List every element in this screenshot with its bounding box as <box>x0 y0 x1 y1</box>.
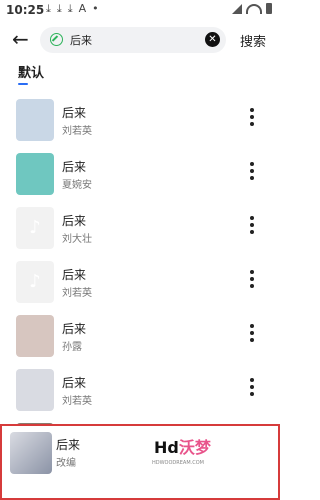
player-album-cover <box>10 432 52 474</box>
song-row[interactable]: 后来 孙露 <box>0 312 280 366</box>
album-cover-placeholder: ♪ <box>16 261 54 303</box>
app-a-icon: A <box>78 2 87 15</box>
more-icon[interactable] <box>250 162 254 183</box>
download-icon: ⤓ <box>56 2 62 15</box>
album-cover <box>16 369 54 411</box>
status-notification-icons: ⤓ ⤓ ⤓ A • <box>46 2 99 16</box>
search-query[interactable]: 后来 <box>70 32 92 48</box>
song-row[interactable]: 后来 刘若英 <box>0 366 280 420</box>
album-cover-placeholder: ♪ <box>16 207 54 249</box>
song-artist: 刘大壮 <box>62 234 92 245</box>
player-title: 后来 <box>56 438 81 452</box>
more-icon[interactable] <box>250 324 254 345</box>
status-time: 10:25 <box>6 3 45 17</box>
pen-icon <box>50 33 63 46</box>
more-icon[interactable] <box>250 270 254 291</box>
back-arrow-icon[interactable]: ← <box>12 28 29 50</box>
logo-part-b: 沃梦 <box>178 438 211 457</box>
song-row[interactable]: 后来 刘若英 <box>0 96 280 150</box>
mini-player[interactable]: 后来 改编 Hd沃梦 HDWOODREAM.COM <box>0 424 280 500</box>
logo-part-a: Hd <box>154 438 179 457</box>
song-title: 后来 <box>62 106 87 120</box>
status-right-icons <box>232 3 272 14</box>
mini-player-overlay: 后来 改编 Hd沃梦 HDWOODREAM.COM <box>0 424 280 500</box>
download-icon: ⤓ <box>67 2 73 15</box>
battery-icon <box>266 3 272 14</box>
song-artist: 夏婉安 <box>62 180 92 191</box>
tab-indicator <box>18 83 28 85</box>
album-cover <box>16 153 54 195</box>
clear-icon[interactable]: ✕ <box>205 32 220 47</box>
song-title: 后来 <box>62 322 87 336</box>
watermark-url: HDWOODREAM.COM <box>152 460 204 466</box>
more-icon[interactable] <box>250 108 254 129</box>
search-input[interactable]: 后来 ✕ <box>40 27 226 53</box>
search-button[interactable]: 搜索 <box>240 31 266 50</box>
album-cover <box>16 99 54 141</box>
song-artist: 刘若英 <box>62 126 92 137</box>
music-note-icon: ♪ <box>29 271 41 292</box>
tab-default[interactable]: 默认 <box>18 62 44 81</box>
wifi-icon <box>246 3 262 14</box>
song-row[interactable]: ♪ 后来 刘大壮 <box>0 204 280 258</box>
song-title: 后来 <box>62 214 87 228</box>
music-note-icon: ♪ <box>29 217 41 238</box>
search-header: ← 后来 ✕ 搜索 <box>0 22 280 58</box>
watermark-logo: Hd沃梦 <box>154 434 224 460</box>
album-cover <box>16 315 54 357</box>
more-icon[interactable] <box>250 216 254 237</box>
player-subtitle: 改编 <box>56 458 76 469</box>
status-bar: 10:25 ⤓ ⤓ ⤓ A • <box>0 0 280 22</box>
song-row[interactable]: ♪ 后来 刘若英 <box>0 258 280 312</box>
song-artist: 刘若英 <box>62 396 92 407</box>
more-icon[interactable] <box>250 378 254 399</box>
song-title: 后来 <box>62 160 87 174</box>
song-artist: 刘若英 <box>62 288 92 299</box>
download-icon: ⤓ <box>46 2 51 15</box>
song-title: 后来 <box>62 376 87 390</box>
song-title: 后来 <box>62 268 87 282</box>
signal-icon <box>232 3 242 14</box>
dot-icon: • <box>92 2 99 15</box>
song-artist: 孙露 <box>62 342 82 353</box>
song-row[interactable]: 后来 夏婉安 <box>0 150 280 204</box>
